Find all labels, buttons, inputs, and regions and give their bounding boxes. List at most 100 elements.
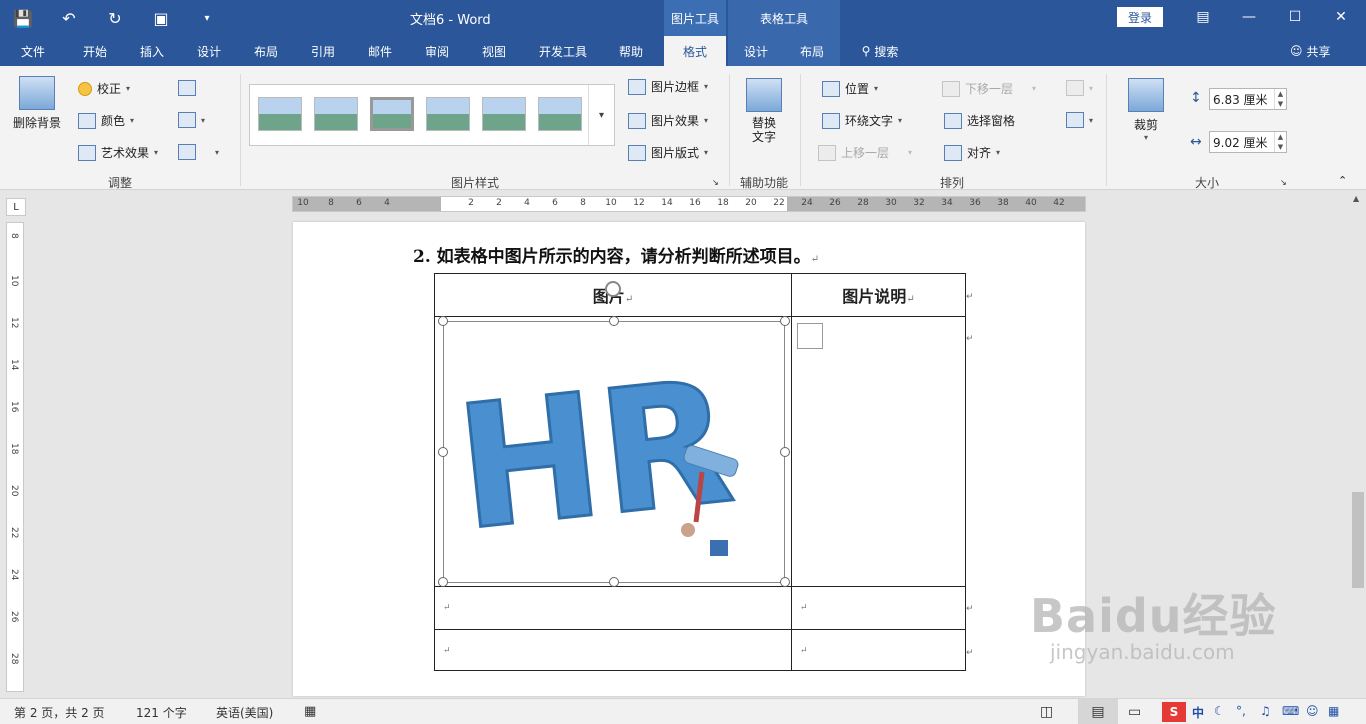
gallery-more-icon[interactable]: ▾ — [588, 85, 614, 145]
picture-style-3[interactable] — [370, 97, 414, 131]
selected-picture[interactable]: HR — [443, 321, 785, 583]
tab-references[interactable]: 引用 — [298, 36, 348, 66]
collapse-ribbon-icon[interactable]: ⌃ — [1338, 174, 1347, 187]
wrap-text-button[interactable]: 环绕文字 ▾ — [822, 112, 902, 129]
picture-layout-button[interactable]: 图片版式 ▾ — [628, 144, 708, 161]
touch-mode-icon[interactable]: ▣ — [148, 5, 174, 31]
tab-review[interactable]: 审阅 — [412, 36, 462, 66]
height-spinner-icon[interactable]: ▲ ▼ — [1274, 89, 1286, 109]
table-cell[interactable]: ↵ — [434, 586, 792, 630]
undo-icon[interactable]: ↶ — [56, 5, 82, 31]
resize-handle-top-left[interactable] — [438, 316, 448, 326]
ime-moon-icon[interactable]: ☾ — [1214, 704, 1225, 718]
picture-style-2[interactable] — [314, 97, 358, 131]
resize-handle-bottom-right[interactable] — [780, 577, 790, 587]
resize-handle-top-right[interactable] — [780, 316, 790, 326]
picture-style-4[interactable] — [426, 97, 470, 131]
ime-grid-icon[interactable]: ▦ — [1328, 704, 1339, 718]
redo-icon[interactable]: ↻ — [102, 5, 128, 31]
vertical-ruler[interactable]: 8 10 12 14 16 18 20 22 24 26 28 — [6, 222, 24, 692]
picture-styles-launcher-icon[interactable]: ↘ — [712, 178, 719, 187]
reset-picture-button[interactable]: ▾ — [178, 144, 219, 160]
customize-qat-icon[interactable]: ▾ — [194, 5, 220, 31]
picture-style-6[interactable] — [538, 97, 582, 131]
language-indicator[interactable]: 英语(美国) — [216, 704, 273, 721]
remove-background-button[interactable]: 删除背景 — [10, 76, 64, 131]
tab-design[interactable]: 设计 — [184, 36, 234, 66]
rotate-button[interactable]: ▾ — [1066, 112, 1093, 128]
change-picture-button[interactable]: ▾ — [178, 112, 205, 128]
ime-logo-icon[interactable]: S — [1162, 702, 1186, 722]
tab-table-layout[interactable]: 布局 — [784, 36, 840, 66]
width-input[interactable]: 9.02 厘米 ▲ ▼ — [1209, 131, 1287, 153]
picture-effects-button[interactable]: 图片效果 ▾ — [628, 112, 708, 129]
web-layout-icon[interactable]: ▭ — [1128, 704, 1141, 720]
height-input[interactable]: 6.83 厘米 ▲ ▼ — [1209, 88, 1287, 110]
ime-keyboard-icon[interactable]: ⌨ — [1282, 704, 1299, 718]
tab-developer[interactable]: 开发工具 — [530, 36, 596, 66]
document-table[interactable]: 图片↵ 图片说明↵ HR ↵ ↵ ↵ ↵ — [434, 273, 966, 671]
page-count[interactable]: 第 2 页，共 2 页 — [14, 704, 105, 721]
ime-mic-icon[interactable]: ♫ — [1260, 704, 1271, 718]
corrections-button[interactable]: 校正 ▾ — [78, 80, 130, 97]
vertical-scrollbar[interactable]: ▲ — [1350, 192, 1366, 692]
login-button[interactable]: 登录 — [1117, 7, 1163, 27]
picture-style-5[interactable] — [482, 97, 526, 131]
rotate-handle[interactable] — [605, 281, 621, 297]
scrollbar-thumb[interactable] — [1352, 492, 1364, 588]
group-objects-button[interactable]: ▾ — [1066, 80, 1093, 96]
horizontal-ruler[interactable]: 10 8 6 4 2 2 4 6 8 10 12 14 16 18 20 22 … — [292, 196, 1086, 212]
resize-handle-top[interactable] — [609, 316, 619, 326]
print-layout-icon[interactable]: ▤ — [1078, 699, 1118, 724]
send-backward-button[interactable]: 下移一层 ▾ — [942, 80, 1036, 97]
tab-mailings[interactable]: 邮件 — [355, 36, 405, 66]
tab-format[interactable]: 格式 — [664, 36, 726, 66]
tab-file[interactable]: 文件 — [10, 36, 56, 66]
layout-options-icon[interactable] — [797, 323, 823, 349]
picture-style-1[interactable] — [258, 97, 302, 131]
table-cell[interactable]: ↵ — [791, 586, 966, 630]
position-button[interactable]: 位置 ▾ — [822, 80, 878, 97]
tab-table-design[interactable]: 设计 — [728, 36, 784, 66]
bring-forward-button[interactable]: 上移一层 ▾ — [818, 144, 912, 161]
scroll-up-icon[interactable]: ▲ — [1353, 194, 1359, 203]
ime-punctuation-icon[interactable]: °, — [1236, 704, 1246, 718]
question-paragraph[interactable]: 2. 如表格中图片所示的内容，请分析判断所述项目。↵ — [413, 242, 819, 267]
macro-record-icon[interactable]: ▦ — [304, 704, 316, 719]
read-mode-icon[interactable]: ◫ — [1040, 704, 1053, 720]
resize-handle-bottom[interactable] — [609, 577, 619, 587]
header-cell-description[interactable]: 图片说明↵ — [791, 273, 966, 317]
tab-insert[interactable]: 插入 — [127, 36, 177, 66]
ribbon-display-options-icon[interactable]: ▤ — [1180, 0, 1226, 34]
size-launcher-icon[interactable]: ↘ — [1280, 178, 1287, 187]
tab-help[interactable]: 帮助 — [608, 36, 654, 66]
tab-selector[interactable]: L — [6, 198, 26, 216]
resize-handle-right[interactable] — [780, 447, 790, 457]
compress-pictures-button[interactable] — [178, 80, 196, 96]
document-page[interactable]: 2. 如表格中图片所示的内容，请分析判断所述项目。↵ 图片↵ 图片说明↵ HR — [293, 222, 1085, 696]
artistic-effects-button[interactable]: 艺术效果 ▾ — [78, 144, 158, 161]
maximize-icon[interactable]: ☐ — [1272, 0, 1318, 34]
alt-text-button[interactable]: 替换文字 — [742, 78, 786, 144]
resize-handle-left[interactable] — [438, 447, 448, 457]
tell-me-search[interactable]: ⚲ 搜索 — [850, 36, 910, 66]
description-cell[interactable] — [791, 316, 966, 587]
resize-handle-bottom-left[interactable] — [438, 577, 448, 587]
picture-cell[interactable]: HR — [434, 281, 792, 587]
minimize-icon[interactable]: — — [1226, 0, 1272, 34]
table-cell[interactable]: ↵ — [434, 629, 792, 671]
share-button[interactable]: ☺ 共享 — [1290, 36, 1331, 66]
close-icon[interactable]: ✕ — [1318, 0, 1364, 34]
align-button[interactable]: 对齐 ▾ — [944, 144, 1000, 161]
save-icon[interactable]: 💾 — [10, 5, 36, 31]
picture-border-button[interactable]: 图片边框 ▾ — [628, 78, 708, 95]
crop-button[interactable]: 裁剪 ▾ — [1124, 78, 1168, 142]
selection-pane-button[interactable]: 选择窗格 — [944, 112, 1015, 129]
color-button[interactable]: 颜色 ▾ — [78, 112, 134, 129]
word-count[interactable]: 121 个字 — [136, 704, 187, 721]
ime-chinese-icon[interactable]: 中 — [1192, 704, 1204, 721]
tab-layout[interactable]: 布局 — [241, 36, 291, 66]
table-cell[interactable]: ↵ — [791, 629, 966, 671]
tab-home[interactable]: 开始 — [70, 36, 120, 66]
width-spinner-icon[interactable]: ▲ ▼ — [1274, 132, 1286, 152]
